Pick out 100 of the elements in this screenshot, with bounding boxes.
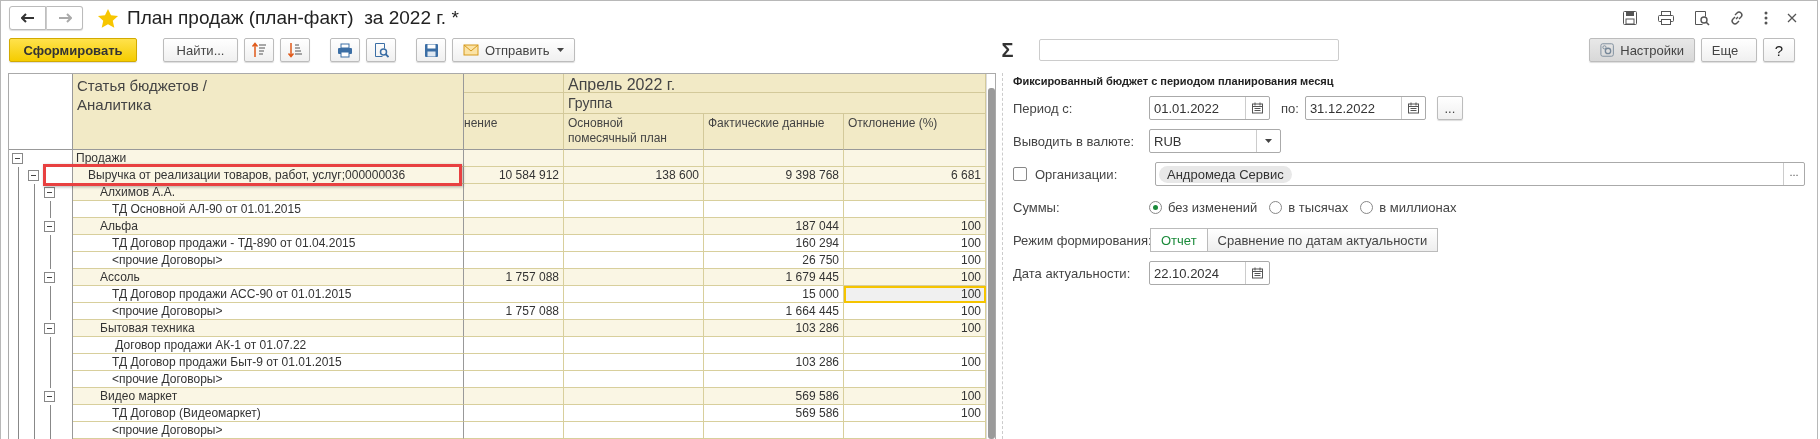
collapse-icon[interactable] — [44, 187, 55, 198]
table-cell: 6 681 — [844, 167, 986, 184]
row-label[interactable]: Бытовая техника — [73, 320, 464, 337]
table-cell: 1 757 088 — [464, 269, 564, 286]
table-cell: 103 286 — [704, 320, 844, 337]
help-button[interactable]: ? — [1763, 38, 1795, 62]
organizations-field[interactable]: Андромеда Сервис ... — [1155, 162, 1805, 186]
sort-descending-icon — [287, 42, 303, 58]
tree-line — [50, 201, 51, 218]
table-cell: 100 — [844, 235, 986, 252]
row-label[interactable]: ТД Основной АЛ-90 от 01.01.2015 — [73, 201, 464, 218]
checkbox[interactable] — [1013, 167, 1027, 181]
table-cell: 1 757 088 — [464, 303, 564, 320]
send-button[interactable]: Отправить — [452, 38, 576, 62]
row-label[interactable]: ТД Договор продажи Быт-9 от 01.01.2015 — [73, 354, 464, 371]
sort-descending-button[interactable] — [280, 38, 310, 62]
table-cell: 9 398 768 — [704, 167, 844, 184]
sum-label: Σ — [1001, 38, 1015, 62]
row-label[interactable]: <прочие Договоры> — [73, 252, 464, 269]
preview-button[interactable] — [366, 38, 396, 62]
save-icon — [423, 42, 439, 58]
back-arrow-icon — [20, 13, 35, 23]
column-header: Статья бюджетов / Аналитика — [73, 74, 464, 150]
sort-ascending-icon — [251, 42, 267, 58]
table-cell: 1 664 445 — [704, 303, 844, 320]
date-field[interactable]: 01.01.2022 — [1149, 96, 1270, 120]
field-label: Выводить в валюте: — [1013, 133, 1136, 149]
table-cell: 26 750 — [704, 252, 844, 269]
save-icon[interactable] — [1622, 10, 1638, 26]
row-label[interactable]: Ассоль — [73, 269, 464, 286]
table-cell: 138 600 — [564, 167, 704, 184]
collapse-icon[interactable] — [44, 391, 55, 402]
row-label[interactable]: Альфа — [73, 218, 464, 235]
print-button[interactable] — [330, 38, 360, 62]
table-cell: 100 — [844, 303, 986, 320]
field-label: по: — [1281, 100, 1299, 116]
print-icon[interactable] — [1657, 10, 1675, 26]
table-cell: 103 286 — [704, 354, 844, 371]
field-label: Режим формирования: — [1013, 232, 1150, 248]
preview-icon[interactable] — [1694, 10, 1710, 26]
row-label[interactable]: ТД Договор (Видеомаркет) — [73, 405, 464, 422]
table-cell: 100 — [844, 320, 986, 337]
table-cell: 100 — [844, 388, 986, 405]
collapse-icon[interactable] — [44, 272, 55, 283]
save-button[interactable] — [416, 38, 446, 62]
table-cell: 100 — [844, 252, 986, 269]
radio-label: в тысячах — [1288, 199, 1349, 215]
table-cell: 100 — [844, 269, 986, 286]
collapse-icon[interactable] — [44, 323, 55, 334]
back-button[interactable] — [9, 6, 46, 30]
radio-label: без изменений — [1168, 199, 1258, 215]
collapse-icon[interactable] — [44, 221, 55, 232]
section-title: Фиксированный бюджет с периодом планирования месяц — [1013, 75, 1335, 87]
field-label: Организации: — [1035, 166, 1119, 182]
settings-button[interactable]: Настройки — [1589, 38, 1695, 62]
column-header: нение — [464, 114, 564, 150]
more-icon[interactable] — [1764, 11, 1768, 25]
table-cell: 15 000 — [704, 286, 844, 303]
row-label[interactable]: ТД Договор продажи - ТД-890 от 01.04.2015 — [73, 235, 464, 252]
close-icon[interactable] — [1787, 13, 1797, 23]
find-button[interactable]: Найти... — [163, 38, 238, 62]
mode-tab[interactable]: Сравнение по датам актуальности — [1207, 228, 1439, 252]
field-label: Суммы: — [1013, 199, 1061, 215]
column-header: Основной помесячный план — [564, 114, 704, 150]
mode-tab[interactable]: Отчет — [1150, 228, 1208, 252]
table-cell: 100 — [844, 218, 986, 235]
column-header: Фактические данные — [704, 114, 844, 150]
table-cell: 10 584 912 — [464, 167, 564, 184]
period-button[interactable]: ... — [1436, 96, 1463, 120]
more-button[interactable]: Еще — [1701, 38, 1757, 62]
row-label[interactable]: <прочие Договоры> — [73, 303, 464, 320]
row-label[interactable]: Договор продажи АК-1 от 01.07.22 — [73, 337, 464, 354]
organization-tag[interactable]: Андромеда Сервис — [1159, 165, 1292, 183]
star-icon[interactable] — [97, 7, 119, 29]
settings-icon — [1600, 42, 1615, 58]
table-cell: 100 — [844, 286, 986, 303]
radio-label: в миллионах — [1379, 199, 1457, 215]
collapse-icon[interactable] — [28, 170, 39, 181]
table-cell: 187 044 — [704, 218, 844, 235]
table-cell: 100 — [844, 354, 986, 371]
currency-dropdown[interactable]: RUB — [1149, 129, 1281, 153]
scrollbar[interactable] — [986, 74, 995, 439]
table-cell: 569 586 — [704, 405, 844, 422]
generate-button[interactable]: Сформировать — [9, 38, 137, 62]
date-field[interactable]: 31.12.2022 — [1304, 96, 1426, 120]
sort-ascending-button[interactable] — [244, 38, 274, 62]
date-field[interactable]: 22.10.2024 — [1149, 261, 1270, 285]
sum-field[interactable] — [1039, 39, 1340, 61]
link-icon[interactable] — [1729, 10, 1745, 26]
print-icon — [337, 42, 353, 58]
caret-icon — [557, 48, 565, 52]
select-button[interactable]: ... — [1783, 163, 1804, 185]
row-label[interactable]: <прочие Договоры> — [73, 371, 464, 388]
field-label: Дата актуальности: — [1013, 265, 1132, 281]
row-label[interactable]: ТД Договор продажи АСС-90 от 01.01.2015 — [73, 286, 464, 303]
preview-icon — [373, 42, 389, 58]
row-label[interactable]: Видео маркет — [73, 388, 464, 405]
collapse-icon[interactable] — [12, 153, 23, 164]
table-cell: 569 586 — [704, 388, 844, 405]
row-label[interactable]: <прочие Договоры> — [73, 422, 464, 439]
